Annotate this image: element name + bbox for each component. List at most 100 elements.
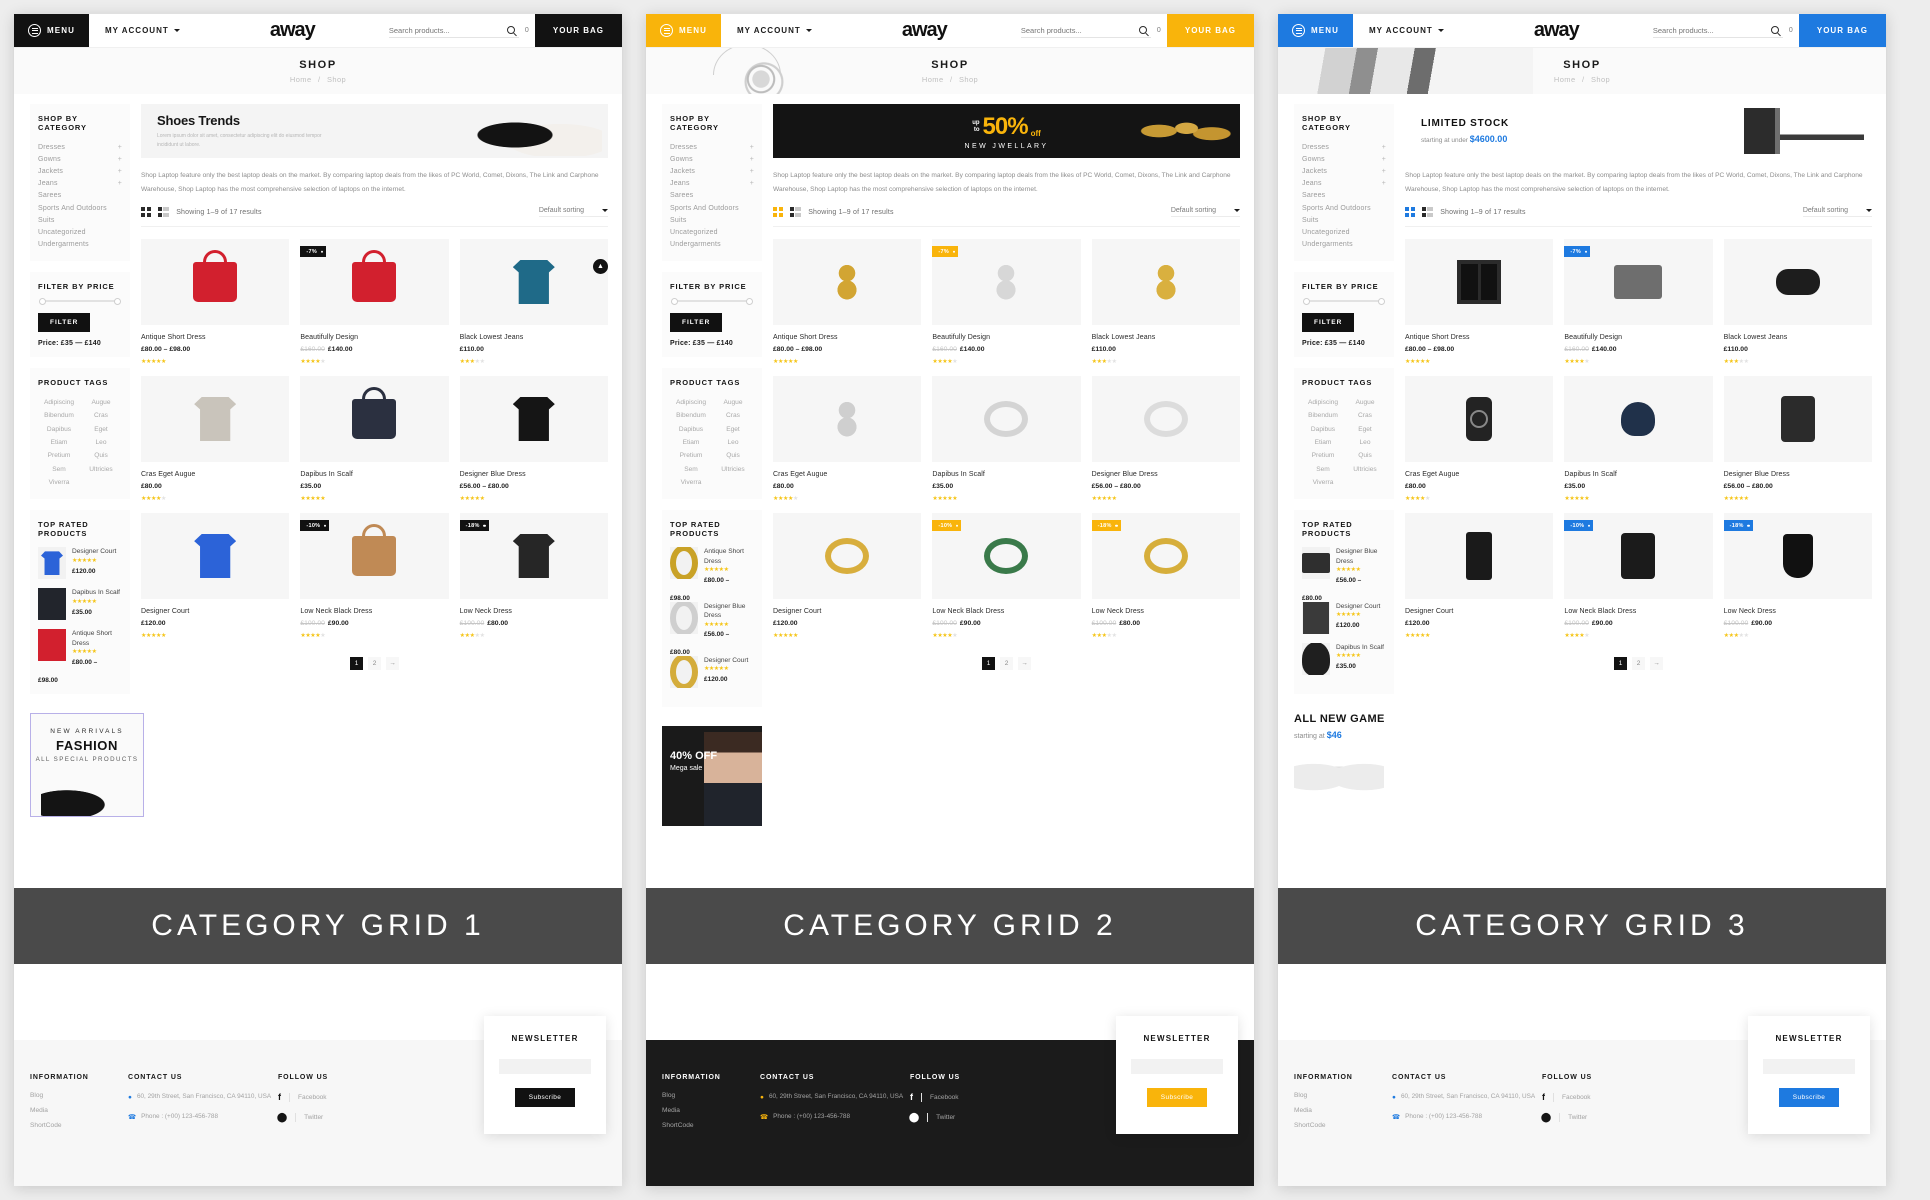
product-name[interactable]: Dapibus In Scalf xyxy=(300,471,448,478)
product-tag[interactable]: Leo xyxy=(80,436,122,449)
list-view-icon[interactable] xyxy=(789,207,802,217)
breadcrumb-home[interactable]: Home xyxy=(922,75,944,84)
product-image[interactable] xyxy=(300,376,449,463)
product-card[interactable]: -7% Beautifully Design £160.00 £140.00 ★★… xyxy=(1564,239,1713,365)
product-name[interactable]: Designer Blue Dress xyxy=(460,471,608,478)
pager-next[interactable]: → xyxy=(1650,657,1663,671)
product-tag[interactable]: Augue xyxy=(1344,396,1386,409)
expand-icon[interactable]: + xyxy=(118,168,122,175)
search-box[interactable] xyxy=(1652,23,1783,38)
footer-link[interactable]: ShortCode xyxy=(30,1122,128,1129)
product-image[interactable] xyxy=(141,513,290,600)
product-name[interactable]: Low Neck Black Dress xyxy=(932,608,1080,615)
product-name[interactable]: Beautifully Design xyxy=(1564,334,1712,341)
menu-button[interactable]: MENU xyxy=(646,14,721,47)
product-name[interactable]: Antique Short Dress xyxy=(141,334,289,341)
expand-icon[interactable]: + xyxy=(750,180,754,187)
product-card[interactable]: -10% Low Neck Black Dress £100.00 £90.00 … xyxy=(932,513,1081,639)
product-tag[interactable]: Adipiscing xyxy=(670,396,712,409)
product-card[interactable]: Designer Court £120.00 ★★★★★ xyxy=(141,513,290,639)
product-image[interactable] xyxy=(459,239,608,326)
product-tag[interactable]: Eget xyxy=(80,422,122,435)
footer-link[interactable]: Media xyxy=(30,1107,128,1114)
sidebar-category-jackets[interactable]: Jackets + xyxy=(38,165,122,177)
product-tag[interactable]: Dapibus xyxy=(38,422,80,435)
product-card[interactable]: -10% Low Neck Black Dress £100.00 £90.00 … xyxy=(1564,513,1713,639)
sidebar-category-sarees[interactable]: Sarees xyxy=(1302,190,1386,202)
product-tag[interactable]: Adipiscing xyxy=(38,396,80,409)
product-tag[interactable]: Cras xyxy=(1344,409,1386,422)
product-image[interactable] xyxy=(1091,239,1240,326)
footer-link[interactable]: Media xyxy=(662,1107,760,1114)
footer-link[interactable]: Blog xyxy=(30,1092,128,1099)
product-card[interactable]: Designer Blue Dress £56.00 – £80.00 ★★★★… xyxy=(1091,376,1240,502)
product-card[interactable]: Antique Short Dress £80.00 – £98.00 ★★★★… xyxy=(773,239,922,365)
product-card[interactable]: -18% Low Neck Dress £100.00 £90.00 ★★★★★ xyxy=(1723,513,1872,639)
top-rated-item[interactable]: Antique Short Dress ★★★★★ £80.00 – xyxy=(670,547,754,585)
product-card[interactable]: Dapibus In Scalf £35.00 ★★★★★ xyxy=(932,376,1081,502)
product-image[interactable] xyxy=(1723,376,1872,463)
product-tag[interactable]: Quis xyxy=(1344,449,1386,462)
product-tag[interactable]: Augue xyxy=(80,396,122,409)
pager-page-1[interactable]: 1 xyxy=(982,657,995,671)
product-name[interactable]: Designer Court xyxy=(141,608,289,615)
site-logo[interactable]: away xyxy=(196,14,389,47)
product-card[interactable]: Dapibus In Scalf £35.00 ★★★★★ xyxy=(300,376,449,502)
product-tag[interactable]: Quis xyxy=(80,449,122,462)
product-name[interactable]: Low Neck Dress xyxy=(1092,608,1240,615)
sidebar-category-jeans[interactable]: Jeans + xyxy=(1302,178,1386,190)
sidebar-category-sports-and-outdoors[interactable]: Sports And Outdoors xyxy=(1302,202,1386,214)
product-card[interactable]: Black Lowest Jeans £110.00 ★★★★★ xyxy=(1723,239,1872,365)
menu-button[interactable]: MENU xyxy=(14,14,89,47)
scroll-top-button[interactable]: ▲ xyxy=(593,259,608,274)
social-link[interactable]: f Facebook xyxy=(1542,1092,1640,1102)
top-rated-item[interactable]: Dapibus In Scalf ★★★★★ £35.00 xyxy=(38,588,122,621)
sidebar-category-uncategorized[interactable]: Uncategorized xyxy=(1302,226,1386,238)
sidebar-category-gowns[interactable]: Gowns + xyxy=(1302,153,1386,165)
product-name[interactable]: Antique Short Dress xyxy=(773,334,921,341)
sidebar-category-jeans[interactable]: Jeans + xyxy=(38,178,122,190)
grid-view-icon[interactable] xyxy=(773,207,783,217)
product-image[interactable] xyxy=(1405,239,1554,326)
sidebar-category-undergarments[interactable]: Undergarments xyxy=(38,239,122,251)
footer-link[interactable]: ShortCode xyxy=(662,1122,760,1129)
product-tag[interactable]: Ultricies xyxy=(1344,463,1386,476)
product-tag[interactable]: Viverra xyxy=(670,476,712,489)
breadcrumb-home[interactable]: Home xyxy=(1554,75,1576,84)
sidebar-category-dresses[interactable]: Dresses + xyxy=(1302,141,1386,153)
product-tag[interactable]: Cras xyxy=(80,409,122,422)
product-card[interactable]: Black Lowest Jeans £110.00 ★★★★★ xyxy=(459,239,608,365)
product-image[interactable] xyxy=(773,239,922,326)
sidebar-category-uncategorized[interactable]: Uncategorized xyxy=(38,226,122,238)
search-icon[interactable] xyxy=(1770,26,1779,34)
my-account-menu[interactable]: MY ACCOUNT xyxy=(89,14,196,47)
sidebar-category-undergarments[interactable]: Undergarments xyxy=(1302,239,1386,251)
social-link[interactable]: ​ ⬤ Twitter xyxy=(1541,1112,1640,1123)
product-card[interactable]: Antique Short Dress £80.00 – £98.00 ★★★★… xyxy=(141,239,290,365)
search-icon[interactable] xyxy=(506,26,515,34)
newsletter-subscribe-button[interactable]: Subscribe xyxy=(514,1088,576,1107)
product-name[interactable]: Low Neck Black Dress xyxy=(1564,608,1712,615)
your-bag-button[interactable]: YOUR BAG xyxy=(534,14,622,47)
your-bag-button[interactable]: YOUR BAG xyxy=(1166,14,1254,47)
price-range-slider[interactable] xyxy=(39,297,121,305)
product-card[interactable]: Cras Eget Augue £80.00 ★★★★★ xyxy=(1405,376,1554,502)
product-card[interactable]: Designer Court £120.00 ★★★★★ xyxy=(1405,513,1554,639)
product-tag[interactable]: Augue xyxy=(712,396,754,409)
product-image[interactable] xyxy=(459,376,608,463)
my-account-menu[interactable]: MY ACCOUNT xyxy=(1353,14,1460,47)
product-image[interactable] xyxy=(1405,376,1554,463)
price-range-slider[interactable] xyxy=(671,297,753,305)
product-card[interactable]: Designer Court £120.00 ★★★★★ xyxy=(773,513,922,639)
social-link[interactable]: ​ ⬤ Twitter xyxy=(277,1112,376,1123)
search-input[interactable] xyxy=(1652,25,1765,35)
product-name[interactable]: Dapibus In Scalf xyxy=(1564,471,1712,478)
product-tag[interactable]: Pretium xyxy=(1302,449,1344,462)
product-tag[interactable]: Cras xyxy=(712,409,754,422)
product-tag[interactable]: Sem xyxy=(670,463,712,476)
product-tag[interactable]: Bibendum xyxy=(670,409,712,422)
footer-link[interactable]: ShortCode xyxy=(1294,1122,1392,1129)
menu-button[interactable]: MENU xyxy=(1278,14,1353,47)
your-bag-button[interactable]: YOUR BAG xyxy=(1798,14,1886,47)
newsletter-subscribe-button[interactable]: Subscribe xyxy=(1778,1088,1840,1107)
